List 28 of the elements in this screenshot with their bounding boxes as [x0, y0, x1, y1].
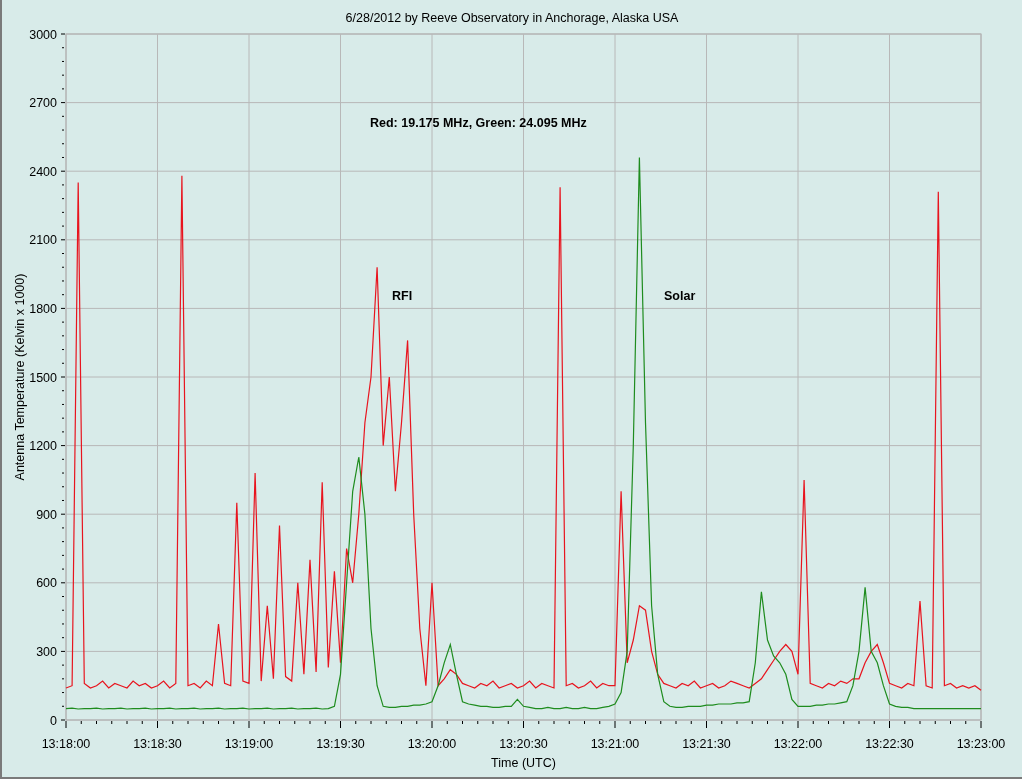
x-axis-label: Time (UTC) — [491, 756, 556, 770]
chart-annotation: Solar — [664, 289, 696, 303]
x-tick-label: 13:21:00 — [590, 737, 640, 751]
x-tick-label: 13:20:30 — [499, 737, 548, 751]
y-tick-label: 2400 — [29, 164, 57, 179]
y-tick-label: 600 — [36, 576, 57, 591]
x-tick-label: 13:20:00 — [407, 737, 457, 751]
x-tick-label: 13:18:30 — [133, 737, 182, 751]
y-tick-label: 300 — [36, 644, 57, 659]
x-tick-label: 13:18:00 — [41, 737, 91, 751]
x-tick-label: 13:19:00 — [224, 737, 274, 751]
x-tick-label: 13:22:30 — [865, 737, 914, 751]
chart-title: 6/28/2012 by Reeve Observatory in Anchorage, Alaska USA — [345, 11, 679, 25]
chart-annotation: RFI — [392, 289, 413, 303]
chart-annotation: Red: 19.175 MHz, Green: 24.095 MHz — [370, 116, 587, 130]
y-tick-label: 1500 — [29, 370, 57, 385]
y-tick-label: 3000 — [29, 27, 57, 42]
y-tick-label: 0 — [50, 713, 57, 728]
y-tick-label: 1200 — [29, 439, 57, 454]
x-tick-label: 13:22:00 — [773, 737, 823, 751]
x-tick-label: 13:23:00 — [956, 737, 1006, 751]
y-tick-label: 900 — [36, 507, 57, 522]
y-tick-label: 1800 — [29, 301, 57, 316]
x-tick-label: 13:19:30 — [316, 737, 365, 751]
y-axis-label: Antenna Temperature (Kelvin x 1000) — [13, 273, 27, 481]
y-tick-label: 2100 — [29, 233, 57, 248]
y-tick-label: 2700 — [29, 96, 57, 111]
x-tick-label: 13:21:30 — [682, 737, 731, 751]
